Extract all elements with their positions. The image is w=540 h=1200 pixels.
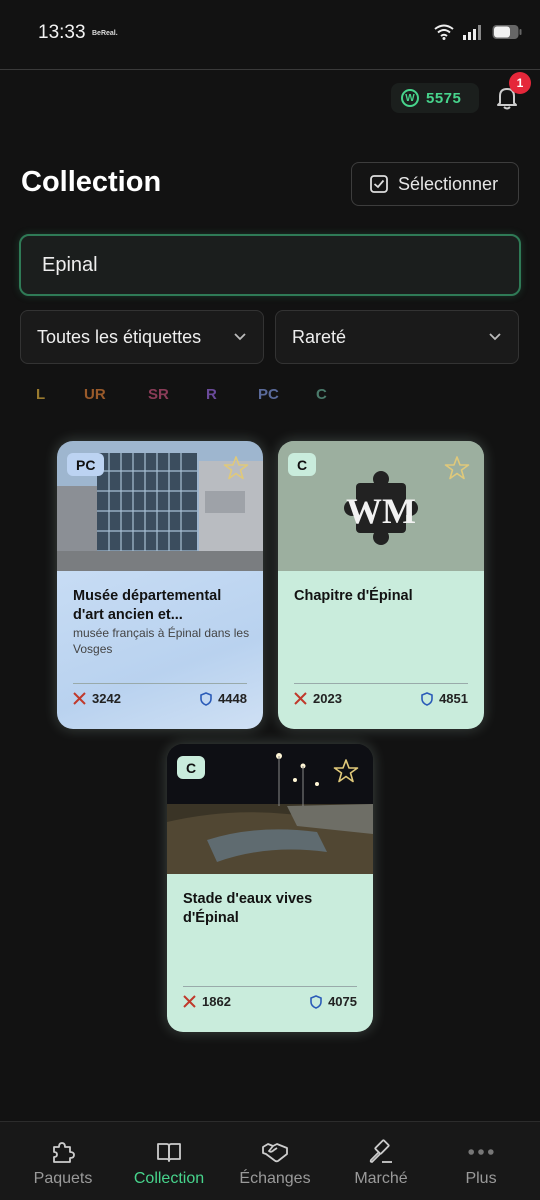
nav-label: Plus	[465, 1170, 497, 1187]
rarity-badge: C	[177, 756, 206, 779]
coin-balance[interactable]: W 5575	[391, 83, 479, 113]
card-musee[interactable]: PC Musée départemental d'art ancien et..…	[57, 441, 263, 729]
logo-text: WM	[346, 491, 416, 531]
wifi-icon	[434, 24, 454, 40]
rarity-filter-r[interactable]: R	[206, 386, 258, 403]
card-body: Stade d'eaux vives d'Épinal 1862 4075	[167, 874, 373, 1032]
rarity-filter-c[interactable]: C	[316, 386, 336, 403]
swords-icon	[183, 995, 196, 1008]
nav-plus[interactable]: Plus	[427, 1122, 535, 1200]
card-image: C	[167, 744, 373, 874]
card-title: Stade d'eaux vives d'Épinal	[183, 891, 313, 926]
nav-label: Marché	[354, 1170, 408, 1187]
tags-dropdown[interactable]: Toutes les étiquettes	[20, 310, 264, 364]
defense-value: 4075	[328, 994, 357, 1009]
select-button-label: Sélectionner	[398, 173, 499, 194]
shield-icon	[421, 691, 433, 706]
rarity-filter-l[interactable]: L	[36, 386, 84, 403]
nav-label: Collection	[133, 1170, 205, 1187]
status-icons	[434, 24, 522, 40]
card-subtitle: musée français à Épinal dans les Vosges	[73, 626, 250, 656]
search-box[interactable]	[19, 234, 521, 296]
app-screen: 13:33 BeReal. W 5575 1 Collection Sélect…	[0, 0, 540, 1200]
card-image: WM C	[278, 441, 484, 571]
page-title: Collection	[21, 166, 162, 198]
nav-paquets[interactable]: Paquets	[9, 1122, 117, 1200]
battery-icon	[492, 25, 522, 39]
rarity-dropdown[interactable]: Rareté	[275, 310, 519, 364]
nav-label: Paquets	[33, 1170, 93, 1187]
nav-collection[interactable]: Collection	[115, 1122, 223, 1200]
coin-value: 5575	[426, 89, 462, 107]
card-divider	[183, 986, 357, 987]
attack-value: 1862	[202, 994, 231, 1009]
select-button[interactable]: Sélectionner	[351, 162, 519, 206]
chevron-down-icon	[234, 333, 246, 341]
card-chapitre[interactable]: WM C Chapitre d'Épinal 2023 4851	[278, 441, 484, 729]
card-body: Musée départemental d'art ancien et... m…	[57, 571, 263, 729]
status-app-name: BeReal.	[92, 30, 118, 37]
chevron-down-icon	[489, 333, 501, 341]
card-title: Musée départemental d'art ancien et...	[73, 588, 222, 623]
signal-icon	[463, 25, 481, 40]
card-title: Chapitre d'Épinal	[294, 588, 413, 604]
status-bar: 13:33 BeReal.	[0, 0, 540, 70]
card-stade[interactable]: C Stade d'eaux vives d'Épinal 1862 4075	[167, 744, 373, 1032]
star-icon[interactable]	[223, 455, 249, 481]
rarity-filter-ur[interactable]: UR	[84, 386, 148, 403]
book-icon	[157, 1143, 181, 1162]
bottom-nav: Paquets Collection Échanges Marché Plus	[0, 1121, 540, 1200]
nav-label: Échanges	[239, 1170, 311, 1187]
coin-icon: W	[401, 89, 419, 107]
card-image: PC	[57, 441, 263, 571]
attack-value: 2023	[313, 691, 342, 706]
status-time: 13:33	[38, 22, 86, 43]
puzzle-icon	[53, 1142, 75, 1163]
rarity-badge: PC	[67, 453, 105, 476]
gavel-icon	[369, 1139, 392, 1163]
nav-echanges[interactable]: Échanges	[221, 1122, 329, 1200]
card-attack: 3242	[73, 691, 121, 706]
nav-marche[interactable]: Marché	[327, 1122, 435, 1200]
shield-icon	[310, 994, 322, 1009]
shield-icon	[200, 691, 212, 706]
card-attack: 1862	[183, 994, 231, 1009]
rarity-filter-pc[interactable]: PC	[258, 386, 316, 403]
card-divider	[294, 683, 468, 684]
rarity-filter-sr[interactable]: SR	[148, 386, 206, 403]
rarity-badge: C	[288, 453, 317, 476]
star-icon[interactable]	[444, 455, 470, 481]
card-attack: 2023	[294, 691, 342, 706]
checkbox-icon	[370, 175, 388, 193]
card-divider	[73, 683, 247, 684]
defense-value: 4448	[218, 691, 247, 706]
search-input[interactable]	[42, 253, 482, 277]
card-defense: 4075	[310, 994, 357, 1009]
card-defense: 4851	[421, 691, 468, 706]
swords-icon	[294, 692, 307, 705]
rarity-filter-row: L UR SR R PC C	[36, 386, 336, 403]
more-dots-icon	[468, 1149, 494, 1155]
swords-icon	[73, 692, 86, 705]
handshake-icon	[262, 1143, 288, 1163]
tags-dropdown-label: Toutes les étiquettes	[37, 326, 202, 347]
defense-value: 4851	[439, 691, 468, 706]
card-body: Chapitre d'Épinal 2023 4851	[278, 571, 484, 729]
card-defense: 4448	[200, 691, 247, 706]
notification-badge: 1	[509, 72, 531, 94]
attack-value: 3242	[92, 691, 121, 706]
star-icon[interactable]	[333, 758, 359, 784]
rarity-dropdown-label: Rareté	[292, 326, 347, 347]
